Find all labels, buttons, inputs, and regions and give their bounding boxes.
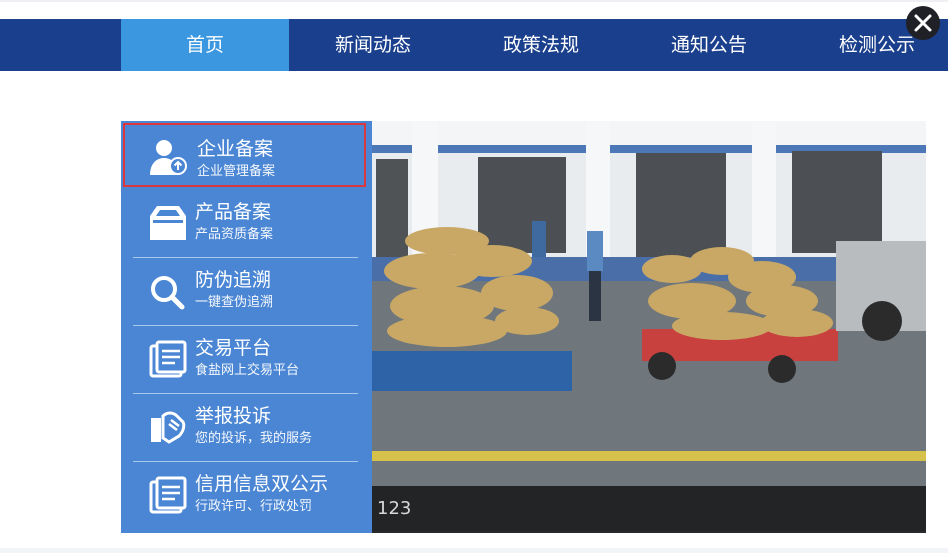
menu-trading-platform[interactable]: 交易平台 食盐网上交易平台 — [133, 326, 358, 394]
nav-notices[interactable]: 通知公告 — [625, 19, 793, 71]
banner-caption: 123 — [377, 498, 412, 519]
menu-title: 产品备案 — [195, 201, 272, 223]
complaint-icon — [151, 411, 186, 444]
menu-title: 交易平台 — [195, 337, 272, 359]
close-button[interactable] — [906, 6, 940, 40]
top-divider — [0, 0, 948, 2]
menu-credit-disclosure[interactable]: 信用信息双公示 行政许可、行政处罚 — [133, 462, 358, 530]
menu-title: 信用信息双公示 — [195, 473, 329, 495]
menu-subtitle: 行政许可、行政处罚 — [195, 499, 313, 514]
nav-home[interactable]: 首页 — [121, 19, 289, 71]
menu-subtitle: 企业管理备案 — [197, 164, 276, 179]
main-nav: 首页 新闻动态 政策法规 通知公告 检测公示 — [0, 19, 948, 71]
menu-enterprise-filing[interactable]: 企业备案 企业管理备案 — [123, 123, 366, 187]
search-icon — [151, 276, 185, 310]
bottom-divider — [0, 548, 948, 553]
invoice-icon — [149, 340, 187, 378]
nav-policy[interactable]: 政策法规 — [457, 19, 625, 71]
menu-title: 企业备案 — [197, 138, 274, 160]
product-box-icon — [150, 206, 186, 240]
menu-subtitle: 您的投诉，我的服务 — [195, 431, 313, 446]
document-icon — [149, 476, 187, 514]
user-upload-icon — [150, 140, 187, 175]
banner-image — [372, 121, 926, 531]
menu-title: 防伪追溯 — [195, 269, 272, 291]
banner-caption-bar: 123 — [372, 486, 926, 533]
menu-product-filing[interactable]: 产品备案 产品资质备案 — [133, 190, 358, 258]
menu-subtitle: 产品资质备案 — [195, 227, 274, 242]
menu-title: 举报投诉 — [195, 405, 272, 427]
close-icon — [914, 14, 932, 32]
nav-news[interactable]: 新闻动态 — [289, 19, 457, 71]
banner-photo[interactable] — [372, 121, 926, 533]
menu-anti-counterfeit[interactable]: 防伪追溯 一键查伪追溯 — [133, 258, 358, 326]
menu-complaint[interactable]: 举报投诉 您的投诉，我的服务 — [133, 394, 358, 462]
menu-subtitle: 食盐网上交易平台 — [195, 363, 300, 378]
service-menu: 企业备案 企业管理备案 产品备案 产品资质备案 防伪追溯 一键查伪追溯 交易平台… — [121, 121, 372, 533]
menu-subtitle: 一键查伪追溯 — [195, 295, 274, 310]
